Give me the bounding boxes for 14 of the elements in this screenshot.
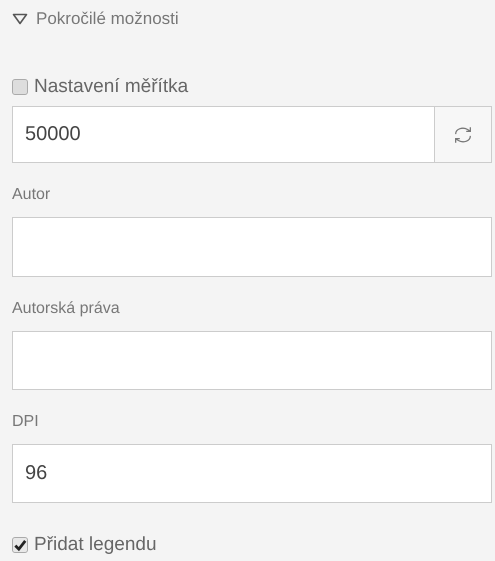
field-label: Autorská práva	[12, 298, 121, 319]
field-label: Autor	[12, 185, 52, 206]
checkbox-label: Nastavení měřítka	[34, 76, 188, 98]
scale-field[interactable]: 50000	[12, 106, 434, 164]
checkbox[interactable]	[12, 79, 28, 96]
input-field[interactable]	[12, 330, 492, 390]
checkbox[interactable]	[12, 537, 28, 554]
input-field[interactable]	[12, 217, 492, 277]
triangle-icon[interactable]	[12, 12, 28, 25]
checkbox-label: Přidat legendu	[34, 534, 157, 556]
section-title[interactable]: Pokročilé možnosti	[36, 8, 179, 29]
field-label: DPI	[12, 412, 40, 432]
refresh-button[interactable]	[434, 106, 492, 164]
input-field[interactable]: 96	[12, 444, 492, 504]
